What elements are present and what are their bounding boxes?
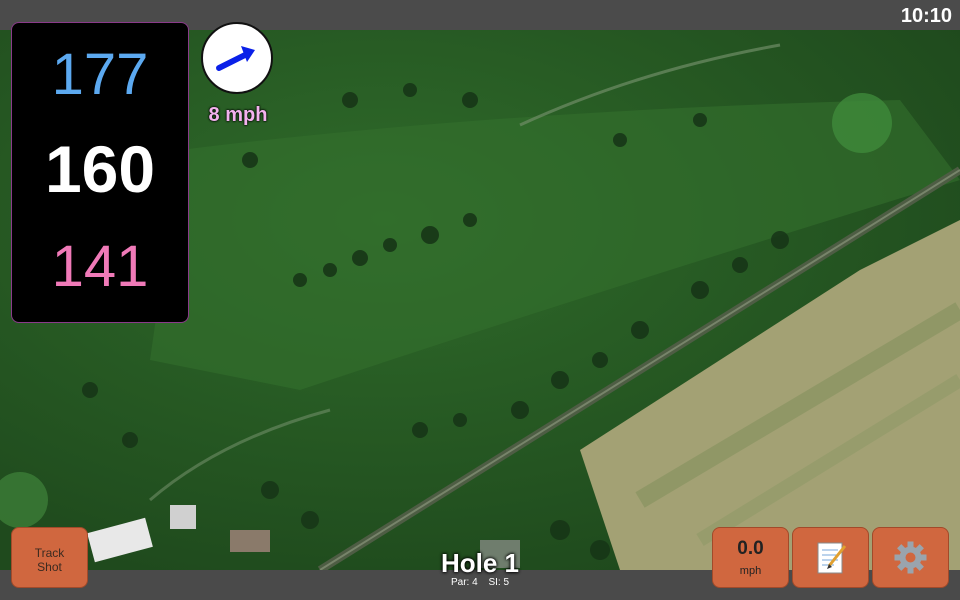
- yardage-panel: 177 160 141: [11, 22, 189, 323]
- speed-value: 0.0: [737, 538, 764, 559]
- wind-direction-dial: [201, 22, 273, 94]
- track-shot-label-line2: Shot: [37, 560, 62, 574]
- notepad-icon: [817, 542, 847, 574]
- track-shot-label-line1: Track: [34, 546, 65, 560]
- back-yardage: 177: [51, 42, 149, 107]
- hole-stroke-index: SI: 5: [488, 577, 510, 588]
- wind-speed-label: 8 mph: [208, 104, 268, 126]
- track-shot-button[interactable]: Track Shot: [11, 527, 88, 588]
- clock: 10:10: [900, 5, 952, 27]
- middle-yardage: 160: [44, 132, 156, 206]
- speed-button[interactable]: 0.0 mph: [712, 527, 789, 588]
- hole-par: Par: 4: [450, 577, 478, 588]
- notes-button[interactable]: [792, 527, 869, 588]
- hole-info: Par: 4 SI: 5: [380, 577, 580, 588]
- speed-unit: mph: [739, 565, 762, 577]
- gear-icon: [894, 541, 927, 574]
- wind-arrow-icon: [216, 46, 255, 71]
- front-yardage: 141: [51, 234, 149, 299]
- settings-button[interactable]: [872, 527, 949, 588]
- hole-title: Hole 1: [440, 548, 520, 578]
